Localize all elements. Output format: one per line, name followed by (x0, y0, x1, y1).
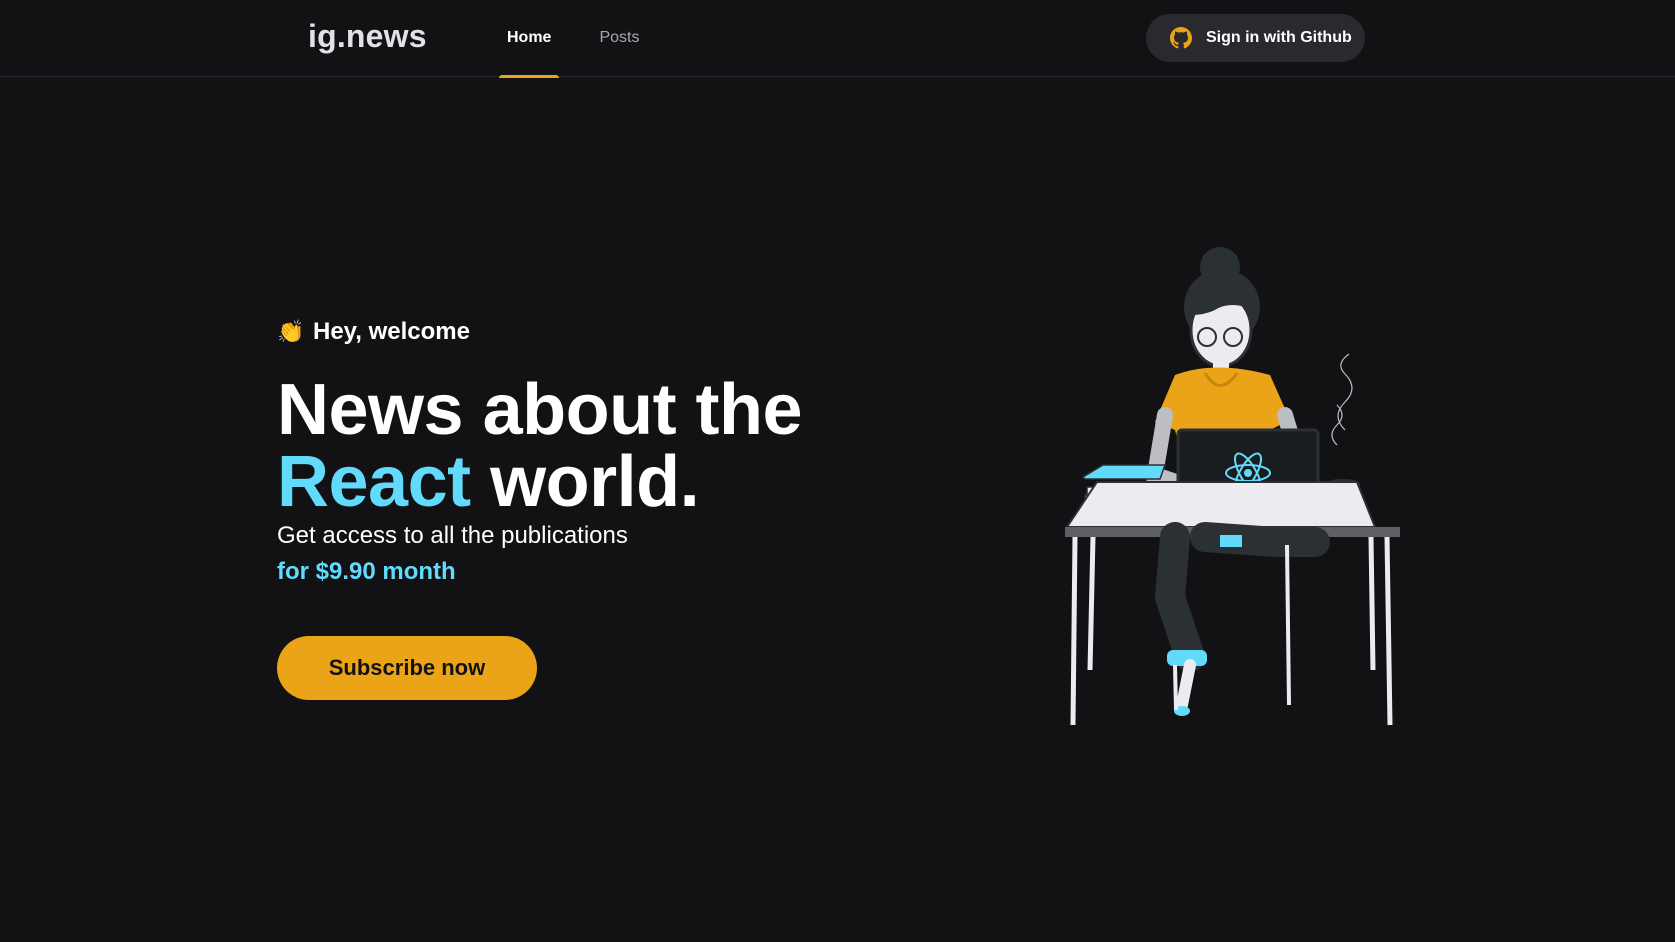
sign-in-with-github-button[interactable]: Sign in with Github (1146, 14, 1365, 62)
hero-title-react: React (277, 442, 471, 522)
nav-link-posts[interactable]: Posts (591, 0, 647, 77)
clapping-hands-icon: 👏 (277, 319, 305, 344)
woman-with-laptop-illustration (1055, 245, 1405, 775)
welcome-text: Hey, welcome (313, 318, 470, 345)
subscribe-now-button[interactable]: Subscribe now (277, 636, 537, 700)
hero-title-line1: News about the (277, 370, 803, 450)
hero-text: 👏 Hey, welcome News about the React worl… (277, 318, 837, 700)
top-header: ig.news Home Posts Sign in with Github (0, 0, 1675, 78)
hero-title-world: world. (490, 442, 700, 522)
github-icon (1170, 27, 1192, 49)
logo[interactable]: ig.news (308, 18, 427, 55)
nav-link-home[interactable]: Home (499, 0, 560, 78)
sign-in-label: Sign in with Github (1206, 29, 1352, 46)
hero-subtitle: Get access to all the publications (277, 522, 628, 549)
hero-title: News about the React world. (277, 374, 837, 518)
welcome-line: 👏 Hey, welcome (277, 318, 837, 346)
price-text: for $9.90 month (277, 558, 456, 585)
main-nav: Home Posts (499, 0, 679, 78)
